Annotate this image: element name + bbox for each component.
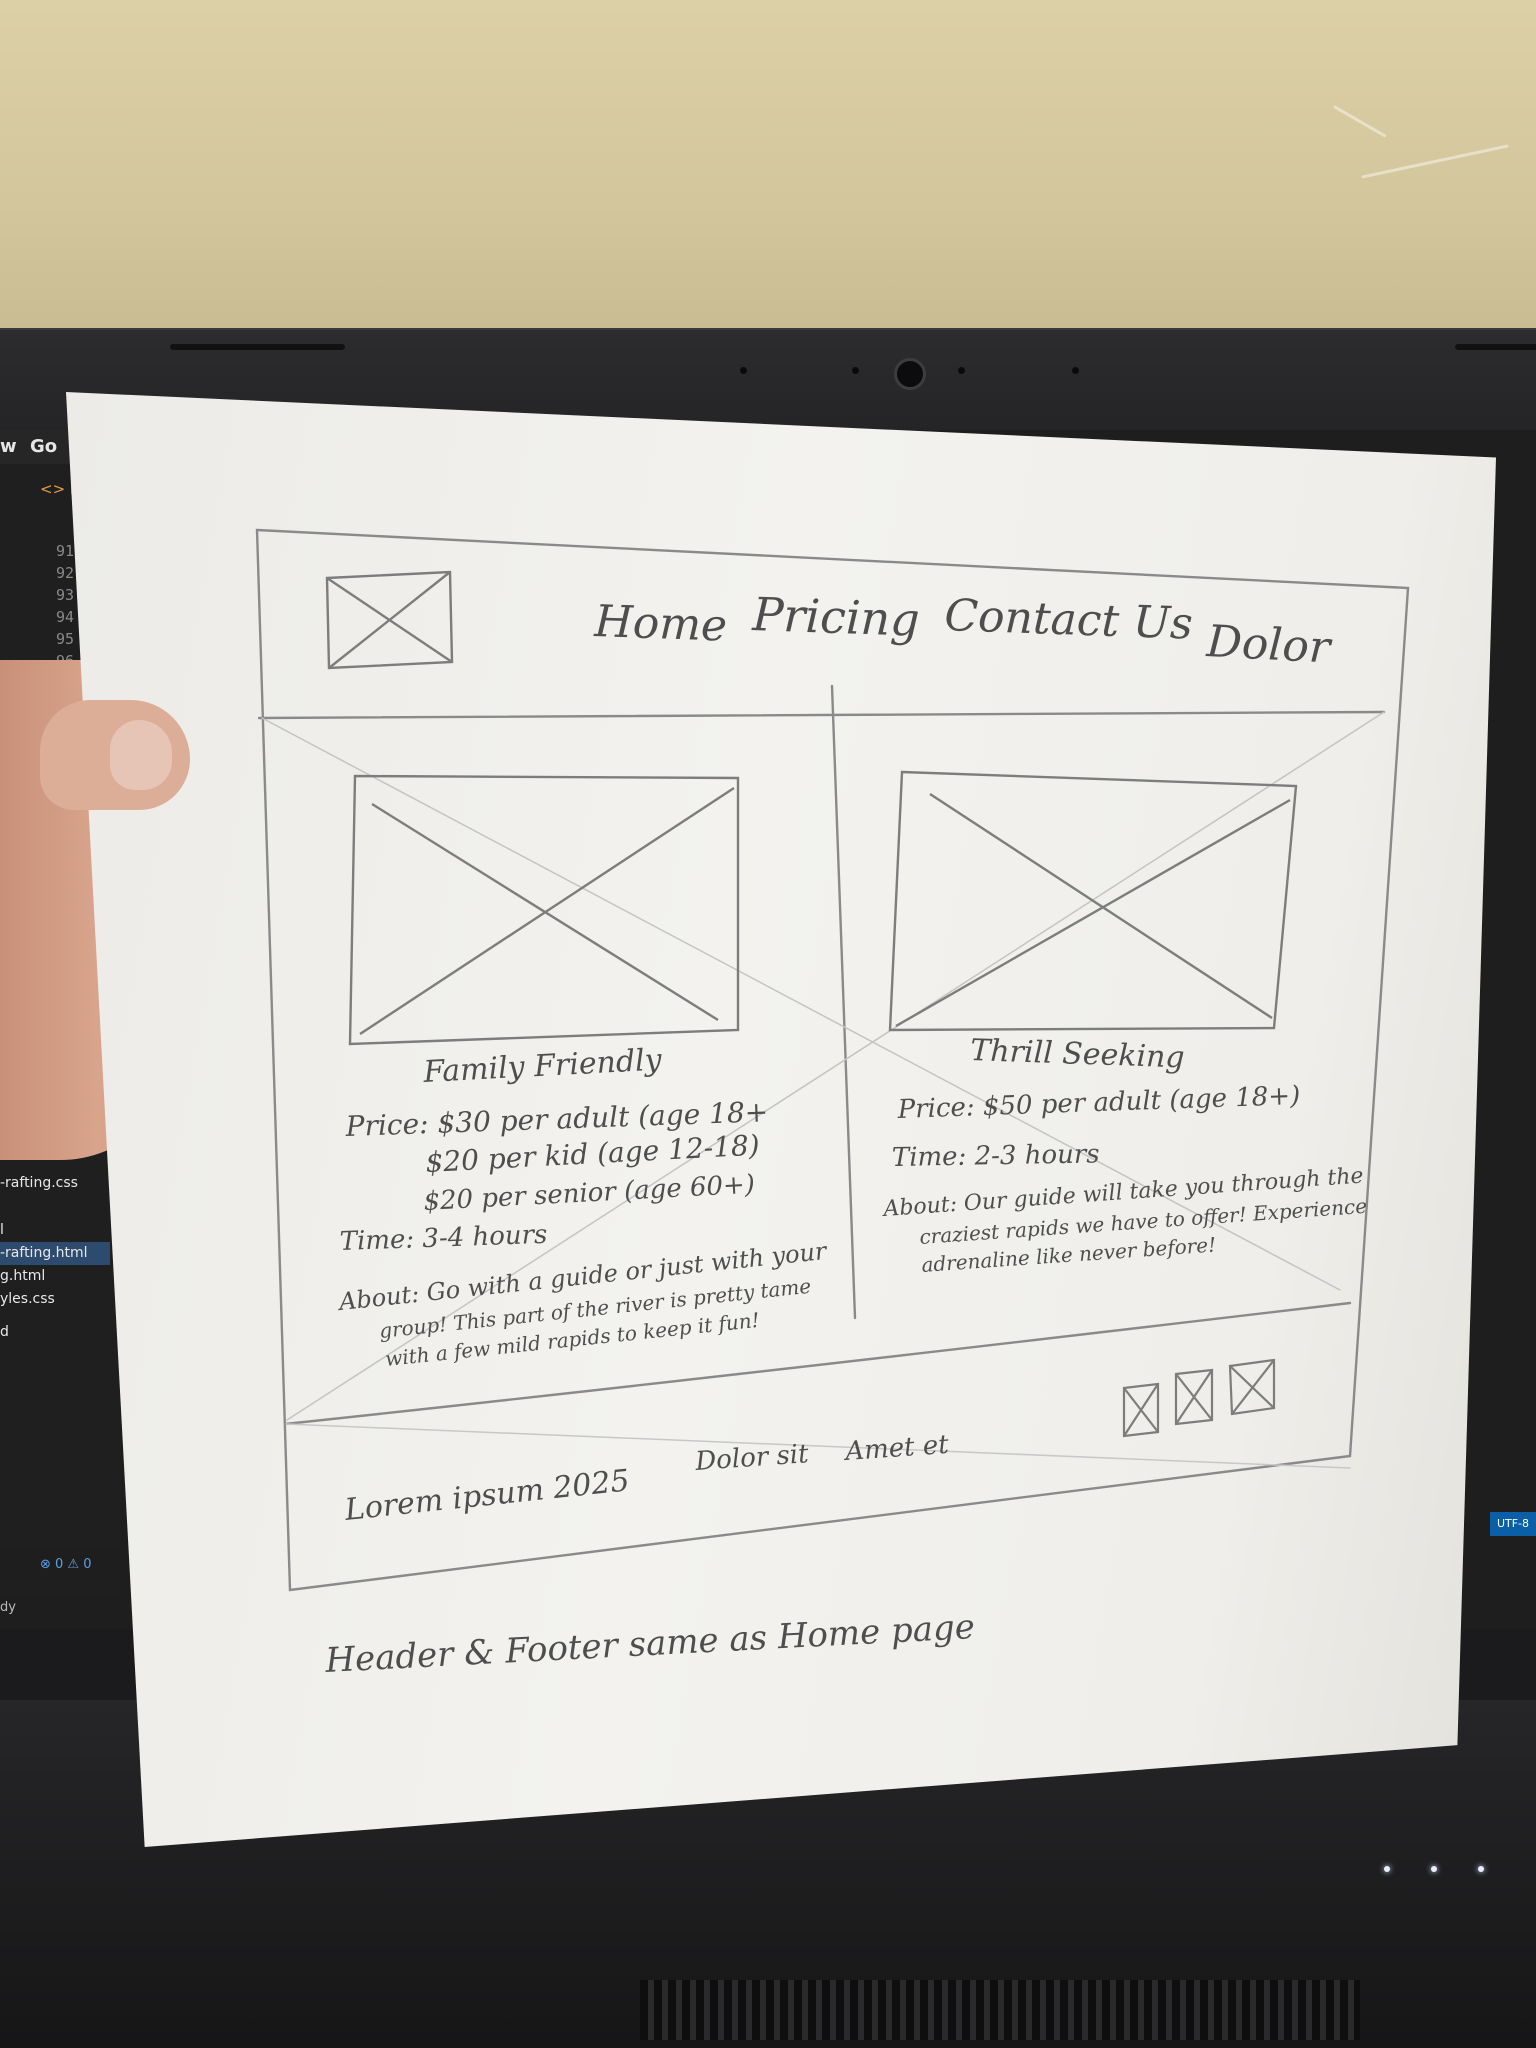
nav-dolor[interactable]: Dolor	[1204, 616, 1334, 674]
card-image-placeholder-icon	[348, 774, 740, 1046]
footer-copyright: Lorem ipsum 2025	[342, 1463, 631, 1528]
nav-contact-us[interactable]: Contact Us	[944, 590, 1194, 650]
social-placeholder-icon	[1228, 1358, 1276, 1416]
card-price: $20 per senior (age 60+)	[423, 1170, 756, 1217]
wireframe-sketch: Home Pricing Contact Us Dolor Family Fri…	[255, 528, 1410, 1681]
wireframe-note: Header & Footer same as Home page	[323, 1607, 975, 1681]
nav-home[interactable]: Home	[593, 596, 728, 652]
card-title: Thrill Seeking	[970, 1033, 1185, 1075]
card-time: Time: 3-4 hours	[339, 1220, 548, 1257]
footer-link[interactable]: Dolor sit	[693, 1439, 810, 1477]
social-placeholder-icon	[1174, 1368, 1214, 1426]
card-time: Time: 2-3 hours	[892, 1139, 1100, 1173]
card-title: Family Friendly	[422, 1043, 664, 1091]
thumbnail	[110, 720, 172, 790]
card-price: Price: $50 per adult (age 18+)	[896, 1081, 1301, 1125]
footer-link[interactable]: Amet et	[842, 1430, 950, 1467]
nav-pricing[interactable]: Pricing	[751, 587, 921, 647]
social-placeholder-icon	[1122, 1382, 1160, 1438]
logo-placeholder-icon	[325, 570, 454, 670]
